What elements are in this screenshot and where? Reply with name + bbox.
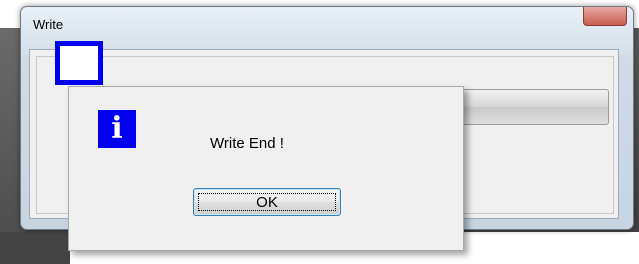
write-status-icon-inner <box>60 46 98 80</box>
ok-button-label: OK <box>256 193 278 211</box>
write-status-icon <box>55 41 103 85</box>
background-app-corner <box>0 232 70 264</box>
write-progress-bar <box>459 89 609 125</box>
message-box: i Write End ! OK <box>68 86 464 251</box>
write-window-titlebar[interactable]: Write <box>21 7 633 43</box>
information-icon: i <box>98 110 136 148</box>
message-text: Write End ! <box>210 135 284 152</box>
ok-button[interactable]: OK <box>193 188 341 216</box>
write-window-title: Write <box>33 17 64 32</box>
close-button[interactable] <box>583 7 627 26</box>
